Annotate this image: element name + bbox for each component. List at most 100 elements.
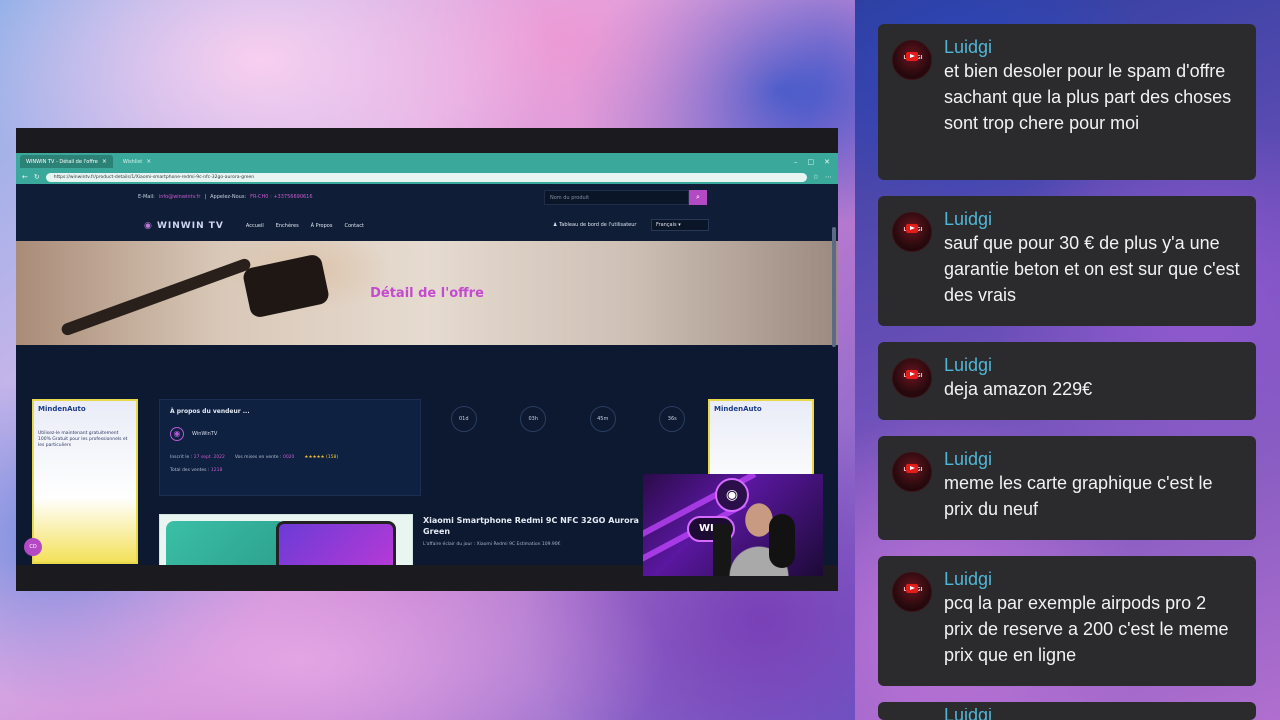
sales-count: 0020 bbox=[282, 455, 295, 460]
ad-brand: MindenAuto bbox=[714, 405, 762, 413]
email-label: E-Mail: bbox=[138, 194, 155, 200]
countdown-seconds: 36s bbox=[659, 406, 686, 432]
search-button[interactable]: ⌕ bbox=[689, 190, 707, 205]
ad-text: Utilisez-le maintenant gratuitement 100%… bbox=[38, 431, 128, 448]
star-rating-icon: ★★★★★ bbox=[304, 455, 325, 460]
chat-fab-button[interactable]: CD bbox=[24, 538, 42, 556]
vendor-title: À propos du vendeur ... bbox=[170, 408, 250, 415]
close-icon[interactable]: × bbox=[102, 158, 107, 165]
phone-label: Appelez-Nous: bbox=[210, 194, 247, 200]
url-field[interactable]: https://winwintv.fr/product-details/1/Xi… bbox=[45, 172, 807, 182]
chat-author: Luidgi bbox=[944, 209, 993, 229]
product-name: Xiaomi Smartphone Redmi 9C NFC 32GO Auro… bbox=[423, 516, 639, 536]
vendor-rating: ★★★★★ (158) bbox=[304, 455, 338, 460]
browser-addressbar: ← ↻ https://winwintv.fr/product-details/… bbox=[16, 170, 838, 184]
browser-tab[interactable]: Wishlist × bbox=[117, 155, 157, 168]
chat-message: LUIDGI Luidgi pcq la par exemple airpods… bbox=[878, 556, 1256, 686]
youtube-icon bbox=[906, 224, 918, 233]
tab-label: WINWIN TV - Détail de l'offre bbox=[26, 159, 98, 165]
dashboard-label: Tableau de bord de l'utilisateur bbox=[559, 222, 637, 228]
vendor-name[interactable]: WinWinTV bbox=[192, 431, 217, 437]
total-sales: 1218 bbox=[210, 468, 223, 473]
live-chat-panel: LUIDGI Luidgi et bien desoler pour le sp… bbox=[878, 0, 1256, 720]
gavel-image bbox=[241, 253, 331, 319]
nav-contact[interactable]: Contact bbox=[344, 223, 363, 229]
chat-text: pcq la par exemple airpods pro 2 prix de… bbox=[944, 593, 1229, 665]
phone-back-image bbox=[166, 521, 286, 565]
chat-author: Luidgi bbox=[944, 37, 993, 57]
microphone bbox=[769, 514, 795, 568]
chat-author: Luidgi bbox=[944, 569, 993, 589]
countdown-minutes: 45m bbox=[589, 406, 616, 432]
ad-banner-left[interactable]: MindenAuto Utilisez-le maintenant gratui… bbox=[32, 399, 138, 564]
rating-count: (158) bbox=[326, 455, 339, 460]
logo-icon: ◉ bbox=[144, 220, 153, 231]
vendor-sales: Vos mises en vente : 0020 bbox=[235, 455, 294, 460]
logo-text: WINWIN TV bbox=[157, 220, 224, 231]
minimize-icon[interactable]: – bbox=[794, 158, 798, 166]
search-icon: ⌕ bbox=[696, 193, 700, 201]
phone-link[interactable]: FR-CH0 : +33756690616 bbox=[250, 194, 312, 200]
vendor-total: Total des ventes : 1218 bbox=[170, 468, 410, 473]
gavel-handle-image bbox=[59, 257, 253, 337]
maximize-icon[interactable]: □ bbox=[808, 158, 815, 166]
auction-countdown: 01d 03h 45m 36s bbox=[429, 399, 707, 439]
close-window-icon[interactable]: ✕ bbox=[824, 158, 830, 166]
chat-author: Luidgi bbox=[944, 449, 993, 469]
sales-label: Vos mises en vente : bbox=[234, 455, 282, 460]
user-dashboard-link[interactable]: ♟ Tableau de bord de l'utilisateur bbox=[553, 222, 636, 228]
chat-message: LUIDGI Luidgi sauf que pour 30 € de plus… bbox=[878, 196, 1256, 326]
browser-tab-active[interactable]: WINWIN TV - Détail de l'offre × bbox=[20, 155, 113, 168]
nav-encheres[interactable]: Enchères bbox=[276, 223, 299, 229]
chat-text: deja amazon 229€ bbox=[944, 379, 1093, 399]
product-image[interactable] bbox=[159, 514, 413, 565]
youtube-icon bbox=[906, 370, 918, 379]
reload-icon[interactable]: ↻ bbox=[34, 173, 40, 181]
countdown-days: 01d bbox=[450, 406, 477, 432]
product-search-input[interactable]: Nom du produit bbox=[544, 190, 689, 205]
hero-title: Détail de l'offre bbox=[370, 285, 484, 301]
vendor-registered: Inscrit le : 27 sept. 2022 bbox=[170, 455, 225, 460]
vendor-card: À propos du vendeur ... ◉ WinWinTV Inscr… bbox=[159, 399, 421, 496]
product-description: L'affaire éclair du jour : Xiaomi Redmi … bbox=[423, 542, 561, 547]
site-navbar: ◉ WINWIN TV Accueil Enchères À Propos Co… bbox=[16, 210, 838, 241]
ad-inner: MindenAuto Utilisez-le maintenant gratui… bbox=[34, 401, 136, 562]
site-contact-bar: E-Mail: info@winwintv.fr | Appelez-Nous:… bbox=[16, 184, 838, 210]
webcam-overlay: ◉ WI bbox=[643, 474, 823, 576]
registered-label: Inscrit le : bbox=[170, 455, 193, 460]
site-logo[interactable]: ◉ WINWIN TV bbox=[144, 221, 224, 231]
chat-text: sauf que pour 30 € de plus y'a une garan… bbox=[944, 233, 1240, 305]
total-sales-label: Total des ventes : bbox=[170, 468, 210, 473]
chat-text: meme les carte graphique c'est le prix d… bbox=[944, 473, 1213, 519]
separator: | bbox=[204, 194, 207, 200]
chat-message: LUIDGI Luidgi et bien desoler pour le sp… bbox=[878, 24, 1256, 180]
window-controls: – □ ✕ bbox=[794, 158, 838, 166]
browser-tabbar: WINWIN TV - Détail de l'offre × Wishlist ×… bbox=[16, 153, 838, 170]
tab-label: Wishlist bbox=[122, 159, 143, 165]
youtube-icon bbox=[906, 584, 918, 593]
chat-text: et bien desoler pour le spam d'offre sac… bbox=[944, 61, 1232, 133]
nav-a-propos[interactable]: À Propos bbox=[311, 223, 333, 229]
chat-author: Luidgi bbox=[944, 355, 993, 375]
vendor-row: ◉ WinWinTV bbox=[170, 427, 410, 441]
user-icon: ♟ bbox=[553, 222, 558, 228]
chat-message: LUIDGI Luidgi meme les carte graphique c… bbox=[878, 436, 1256, 540]
page-scrollbar[interactable] bbox=[832, 227, 836, 347]
chat-message: LUIDGI Luidgi deja amazon 229€ bbox=[878, 342, 1256, 420]
registered-date: 27 sept. 2022 bbox=[193, 455, 225, 460]
close-icon[interactable]: × bbox=[146, 158, 151, 165]
language-select[interactable]: Français ▾ bbox=[651, 219, 709, 231]
youtube-icon bbox=[906, 464, 918, 473]
menu-dots-icon[interactable]: ⋯ bbox=[825, 173, 832, 181]
nav-accueil[interactable]: Accueil bbox=[246, 223, 264, 229]
email-link[interactable]: info@winwintv.fr bbox=[159, 194, 201, 200]
back-arrow-icon[interactable]: ← bbox=[22, 173, 28, 181]
chat-message: Luidgi bbox=[878, 702, 1256, 720]
star-icon[interactable]: ☆ bbox=[813, 173, 819, 181]
vendor-avatar-icon: ◉ bbox=[170, 427, 184, 441]
phone-front-image bbox=[276, 521, 396, 565]
chevron-down-icon: ▾ bbox=[678, 222, 681, 228]
chat-author: Luidgi bbox=[944, 708, 993, 720]
language-value: Français bbox=[656, 222, 677, 228]
ad-brand: MindenAuto bbox=[38, 405, 86, 413]
